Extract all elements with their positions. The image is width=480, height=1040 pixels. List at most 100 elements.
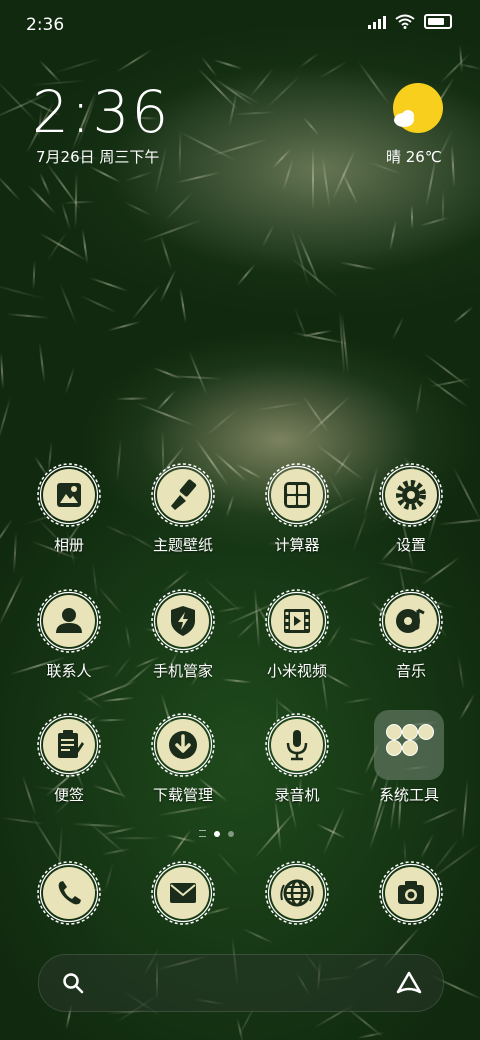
- app-label: 音乐: [395, 662, 426, 680]
- cactus-spine: [452, 305, 475, 325]
- app-label: 主题壁纸: [152, 536, 213, 554]
- cactus-spine: [301, 115, 320, 136]
- cactus-spine: [107, 320, 141, 332]
- cactus-spine: [59, 281, 78, 324]
- cactus-spine: [212, 59, 243, 71]
- cactus-spine: [342, 697, 373, 705]
- cactus-spine: [389, 219, 397, 251]
- cactus-spine: [282, 158, 295, 192]
- shield-bolt-icon: [151, 589, 215, 653]
- calculator-icon: [265, 463, 329, 527]
- app-contacts[interactable]: 联系人: [14, 588, 124, 698]
- cactus-spine: [124, 171, 153, 183]
- cactus-spine: [187, 349, 209, 397]
- status-icons: [368, 14, 452, 29]
- page-indicator[interactable]: [199, 830, 234, 837]
- cactus-spine: [210, 138, 268, 157]
- search-icon[interactable]: [61, 971, 85, 995]
- cactus-spine: [174, 171, 222, 184]
- cactus-spine: [89, 276, 129, 292]
- app-security[interactable]: 手机管家: [128, 588, 238, 698]
- envelope-icon: [151, 861, 215, 925]
- page-dot: [228, 830, 234, 837]
- assistant-icon[interactable]: [395, 970, 423, 996]
- app-music[interactable]: 音乐: [356, 588, 466, 698]
- cactus-spine: [136, 402, 197, 428]
- weather-text[interactable]: 晴 26℃: [386, 146, 442, 167]
- cactus-spine: [124, 201, 152, 217]
- cactus-spine: [170, 828, 193, 859]
- cactus-spine: [61, 202, 72, 231]
- cactus-spine: [0, 172, 22, 202]
- cactus-spine: [261, 224, 276, 249]
- cactus-spine: [419, 833, 435, 859]
- dock-browser[interactable]: [242, 860, 352, 930]
- app-recorder[interactable]: 录音机: [242, 712, 352, 822]
- sun-cloud-icon[interactable]: [390, 82, 444, 136]
- cactus-spine: [0, 352, 4, 390]
- app-downloads[interactable]: 下载管理: [128, 712, 238, 822]
- cactus-spine: [410, 205, 414, 230]
- battery-icon: [424, 14, 452, 29]
- app-label: 相册: [53, 536, 84, 554]
- cactus-spine: [38, 342, 46, 384]
- cactus-spine: [451, 143, 456, 188]
- cactus-spine: [178, 129, 182, 175]
- app-label: 手机管家: [152, 662, 213, 680]
- globe-icon: [265, 861, 329, 925]
- gear-icon: [379, 463, 443, 527]
- menu-lines-icon: [199, 830, 206, 837]
- microphone-icon: [265, 713, 329, 777]
- cactus-spine: [0, 282, 46, 300]
- download-icon: [151, 713, 215, 777]
- cactus-spine: [0, 517, 15, 551]
- cactus-spine: [293, 306, 310, 343]
- status-time: 2:36: [26, 15, 65, 35]
- dock-camera[interactable]: [356, 860, 466, 930]
- cactus-spine: [131, 284, 162, 321]
- clock-time[interactable]: 2:36: [32, 78, 170, 146]
- cactus-spine: [0, 396, 12, 443]
- dock-messages[interactable]: [128, 860, 238, 930]
- cactus-spine: [356, 60, 391, 106]
- cactus-spine: [236, 263, 256, 287]
- dock-phone[interactable]: [14, 860, 124, 930]
- app-label: 小米视频: [266, 662, 327, 680]
- app-label: 系统工具: [378, 786, 439, 804]
- cactus-spine: [32, 259, 36, 290]
- cactus-spine: [64, 366, 76, 394]
- clock-date[interactable]: 7月26日 周三下午: [36, 146, 159, 167]
- cactus-spine: [54, 57, 103, 74]
- cactus-spine: [80, 294, 119, 314]
- search-bar[interactable]: [38, 954, 444, 1012]
- app-themes[interactable]: 主题壁纸: [128, 462, 238, 572]
- app-gallery[interactable]: 相册: [14, 462, 124, 572]
- cactus-spine: [27, 184, 57, 215]
- cactus-spine: [233, 111, 277, 116]
- cactus-spine: [298, 51, 320, 69]
- cactus-spine: [179, 130, 237, 162]
- cactus-spine: [156, 389, 177, 411]
- film-icon: [265, 589, 329, 653]
- app-label: 设置: [395, 536, 426, 554]
- app-settings[interactable]: 设置: [356, 462, 466, 572]
- app-notes[interactable]: 便签: [14, 712, 124, 822]
- cactus-spine: [341, 171, 359, 205]
- cactus-spine: [142, 219, 203, 243]
- page-dot-active: [214, 830, 220, 837]
- app-label: 录音机: [274, 786, 320, 804]
- folder-system-tools[interactable]: 系统工具: [354, 710, 464, 822]
- cactus-spine: [159, 269, 177, 303]
- app-video[interactable]: 小米视频: [242, 588, 352, 698]
- cactus-spine: [289, 256, 340, 299]
- cactus-spine: [312, 147, 315, 211]
- wifi-icon: [395, 14, 415, 29]
- cactus-spine: [253, 401, 303, 412]
- cactus-spine: [179, 287, 188, 324]
- cactus-spine: [205, 408, 239, 436]
- app-calculator[interactable]: 计算器: [242, 462, 352, 572]
- cactus-spine: [63, 200, 95, 204]
- person-icon: [37, 589, 101, 653]
- cactus-spine: [391, 317, 405, 341]
- status-bar: 2:36: [0, 0, 480, 50]
